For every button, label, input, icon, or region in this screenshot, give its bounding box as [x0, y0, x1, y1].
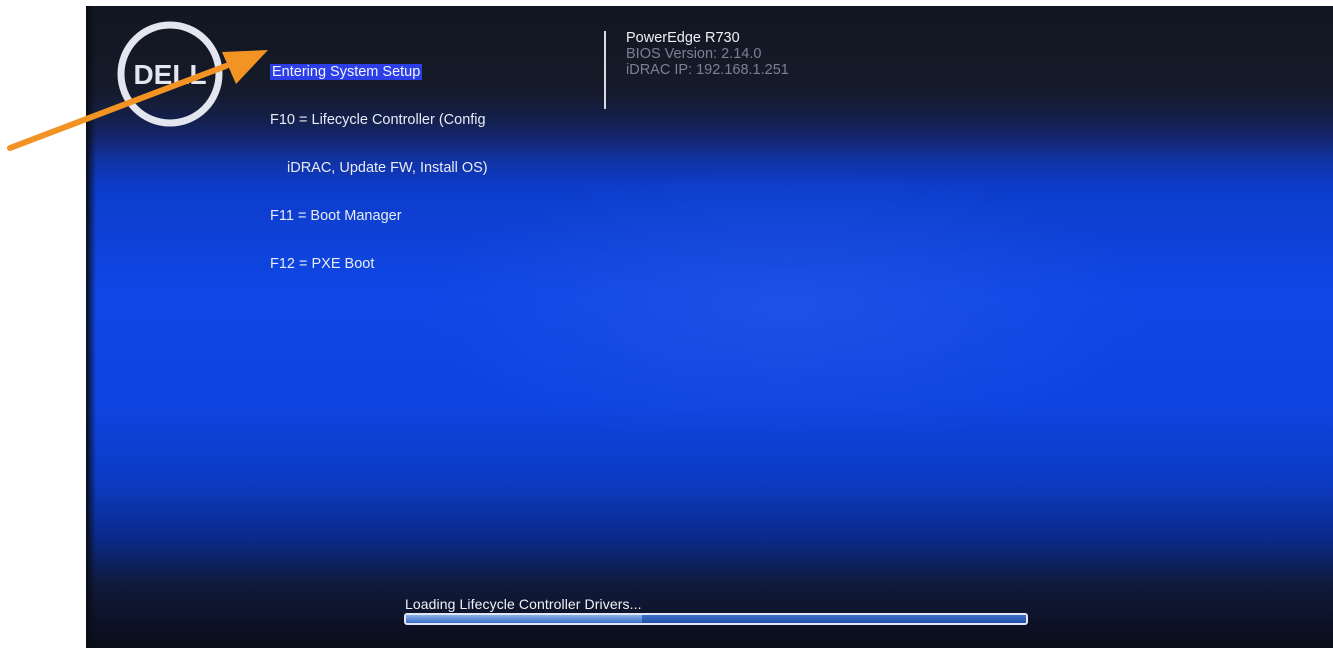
boot-options-menu: Entering System Setup F10 = Lifecycle Co…: [270, 32, 488, 304]
dell-logo-text: DELL: [133, 59, 206, 90]
monitor-bezel-edge: [86, 6, 96, 648]
entering-system-setup-label: Entering System Setup: [270, 64, 423, 80]
idrac-ip: iDRAC IP: 192.168.1.251: [626, 62, 789, 78]
progress-bar: [404, 613, 1028, 625]
menu-item-lifecycle-controller-detail: iDRAC, Update FW, Install OS): [287, 160, 488, 176]
menu-item-pxe-boot[interactable]: F12 = PXE Boot: [270, 256, 488, 272]
progress-bar-fill: [406, 615, 642, 623]
progress-status-text: Loading Lifecycle Controller Drivers...: [405, 596, 642, 612]
menu-item-boot-manager[interactable]: F11 = Boot Manager: [270, 208, 488, 224]
bios-version: BIOS Version: 2.14.0: [626, 46, 762, 62]
progress-bar-track: [641, 615, 1026, 623]
dell-logo-icon: DELL: [117, 21, 223, 127]
bios-boot-screen: DELL Entering System Setup F10 = Lifecyc…: [86, 6, 1333, 648]
page: DELL Entering System Setup F10 = Lifecyc…: [0, 0, 1333, 648]
system-info-panel: PowerEdge R730 BIOS Version: 2.14.0 iDRA…: [626, 30, 789, 78]
menu-item-system-setup[interactable]: Entering System Setup: [270, 64, 488, 80]
server-model: PowerEdge R730: [626, 30, 740, 46]
header-divider: [604, 31, 606, 109]
menu-item-lifecycle-controller[interactable]: F10 = Lifecycle Controller (Config: [270, 112, 488, 128]
